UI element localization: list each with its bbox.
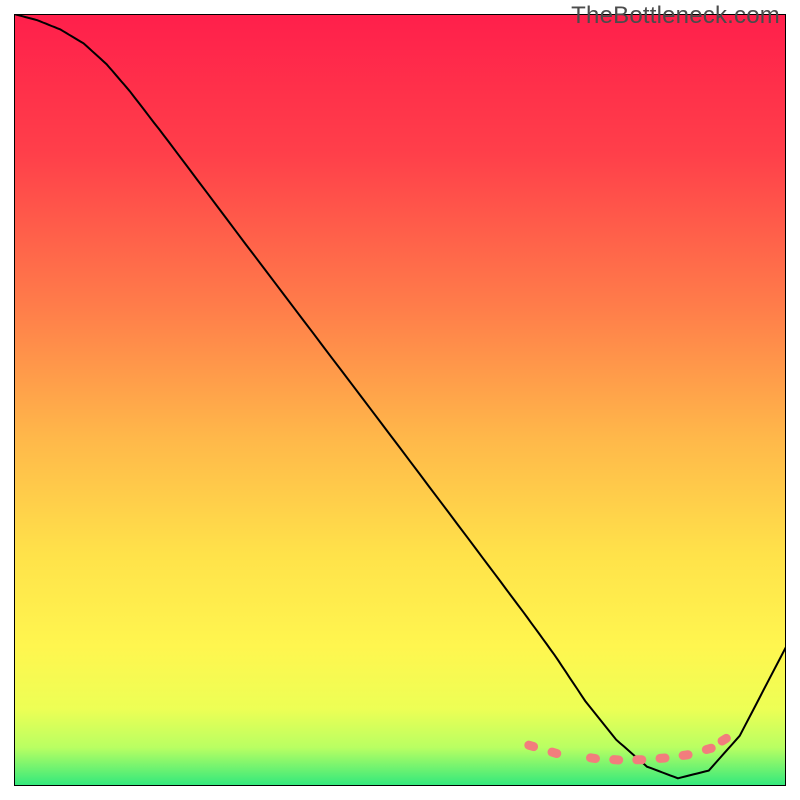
- highlight-dot: [609, 755, 624, 765]
- highlight-dot: [655, 753, 670, 763]
- chart-frame: TheBottleneck.com: [0, 0, 800, 800]
- gradient-background: [14, 14, 786, 786]
- chart-svg: [14, 14, 786, 786]
- watermark-text: TheBottleneck.com: [571, 2, 780, 30]
- plot-area: [14, 14, 786, 786]
- highlight-dot: [632, 755, 646, 764]
